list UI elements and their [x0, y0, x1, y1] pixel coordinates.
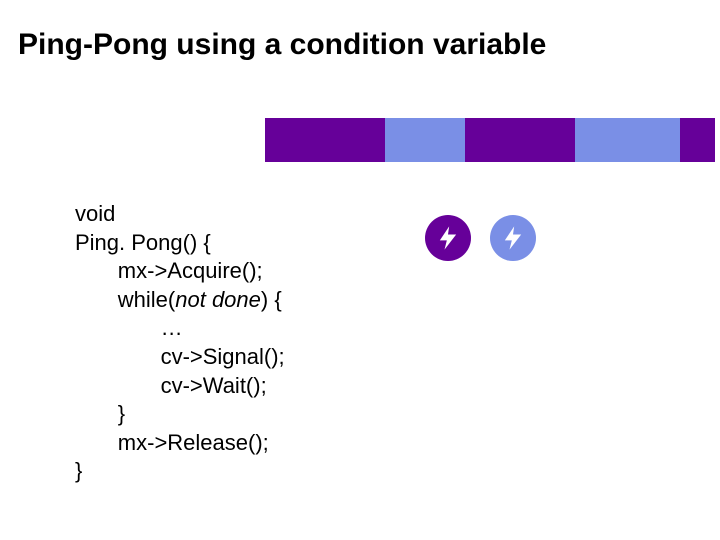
lightning-icon [499, 224, 527, 252]
timeline-segment-purple-3 [680, 118, 715, 162]
code-italic: not done [175, 287, 261, 312]
code-block: void Ping. Pong() { mx->Acquire(); while… [75, 200, 285, 486]
code-line: void [75, 201, 115, 226]
timeline-bar [265, 118, 715, 162]
timeline-segment-purple-1 [265, 118, 385, 162]
code-line: cv->Signal(); [75, 344, 285, 369]
code-line: Ping. Pong() { [75, 230, 211, 255]
slide: Ping-Pong using a condition variable voi… [0, 0, 720, 540]
slide-title: Ping-Pong using a condition variable [18, 28, 546, 62]
code-line: } [75, 458, 82, 483]
code-line: while( [75, 287, 175, 312]
code-line: … [75, 315, 183, 340]
code-line: mx->Release(); [75, 430, 269, 455]
thread-token-purple [425, 215, 471, 261]
timeline-segment-blue-1 [385, 118, 465, 162]
code-line: ) { [261, 287, 282, 312]
code-line: } [75, 401, 125, 426]
thread-token-blue [490, 215, 536, 261]
timeline-segment-purple-2 [465, 118, 575, 162]
code-line: cv->Wait(); [75, 373, 267, 398]
timeline-segment-blue-2 [575, 118, 680, 162]
lightning-icon [434, 224, 462, 252]
code-line: mx->Acquire(); [75, 258, 263, 283]
